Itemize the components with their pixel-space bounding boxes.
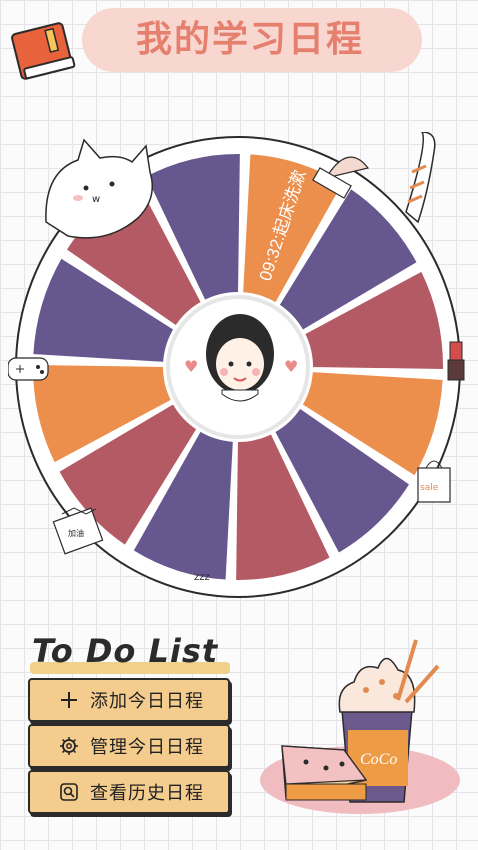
lipstick-sticker [447, 341, 465, 381]
gamepad-sticker [7, 357, 49, 381]
heart-icon: ♥ [284, 357, 298, 376]
cup-text: CoCo [360, 751, 397, 768]
svg-text:加油: 加油 [68, 528, 84, 538]
search-icon [58, 781, 80, 803]
schedule-wheel[interactable]: ♥ ♥ 09:32:起床洗漱 w sale 加油 zzz [7, 131, 468, 602]
sleep-text: zzz [194, 572, 210, 583]
svg-text:w: w [92, 194, 100, 205]
manage-schedule-button[interactable]: 管理今日日程 [28, 724, 230, 768]
todo-title: To Do List [32, 632, 219, 670]
add-schedule-label: 添加今日日程 [90, 691, 204, 712]
svg-text:sale: sale [420, 483, 439, 493]
plus-icon [58, 689, 80, 711]
cat-tail [405, 131, 436, 224]
add-schedule-button[interactable]: 添加今日日程 [28, 678, 230, 722]
book-icon [6, 18, 78, 84]
history-schedule-button[interactable]: 查看历史日程 [28, 770, 230, 814]
page-title: 我的学习日程 [135, 19, 364, 60]
history-schedule-label: 查看历史日程 [90, 783, 204, 804]
gear-icon [58, 735, 80, 757]
dessert-illustration: CoCo [256, 630, 466, 820]
manage-schedule-label: 管理今日日程 [90, 737, 204, 758]
heart-icon: ♥ [184, 357, 198, 376]
